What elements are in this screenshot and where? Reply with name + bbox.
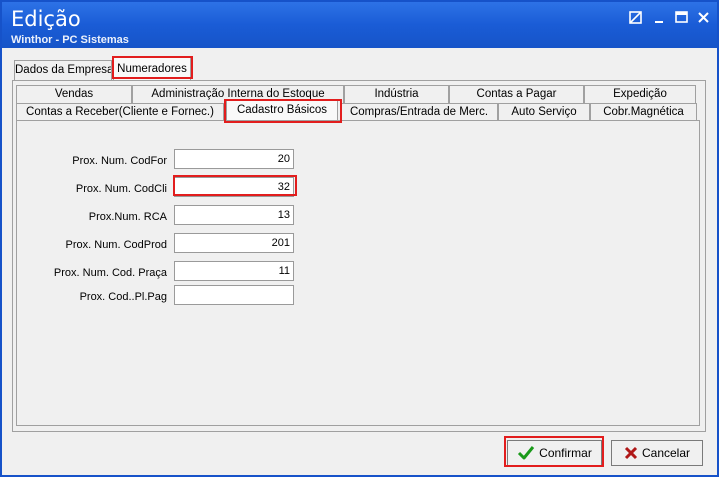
- maximize-icon[interactable]: [674, 10, 690, 26]
- tab-industria[interactable]: Indústria: [344, 85, 449, 103]
- window-title: Edição: [11, 7, 81, 31]
- minimize-icon[interactable]: [652, 10, 668, 26]
- dialog-window: Edição Winthor - PC Sistemas Dados da Em…: [0, 0, 719, 477]
- rca-input[interactable]: [174, 205, 294, 225]
- label-codfor: Prox. Num. CodFor: [72, 155, 167, 167]
- confirm-label: Confirmar: [539, 446, 592, 460]
- x-icon: [624, 446, 638, 460]
- close-icon[interactable]: [696, 10, 712, 26]
- codcli-input[interactable]: [174, 177, 294, 197]
- tab-expedicao[interactable]: Expedição: [584, 85, 696, 103]
- tab-compras-entrada-merc[interactable]: Compras/Entrada de Merc.: [340, 103, 498, 121]
- tab-cobr-magnetica[interactable]: Cobr.Magnética: [590, 103, 697, 121]
- label-rca: Prox.Num. RCA: [88, 211, 167, 223]
- label-cod-praca: Prox. Num. Cod. Praça: [53, 267, 167, 279]
- label-codcli: Prox. Num. CodCli: [75, 183, 167, 195]
- cod-pl-pag-input[interactable]: [174, 285, 294, 305]
- confirm-button[interactable]: Confirmar: [507, 440, 602, 466]
- tab-dados-da-empresa[interactable]: Dados da Empresa: [14, 60, 112, 80]
- tab-vendas[interactable]: Vendas: [16, 85, 132, 103]
- label-cod-pl-pag: Prox. Cod..Pl.Pag: [79, 291, 167, 303]
- codprod-input[interactable]: [174, 233, 294, 253]
- title-bar[interactable]: Edição Winthor - PC Sistemas: [2, 2, 717, 48]
- tab-cadastro-basicos[interactable]: Cadastro Básicos: [226, 100, 338, 121]
- tab-auto-servico[interactable]: Auto Serviço: [498, 103, 590, 121]
- checkmark-icon: [518, 446, 535, 460]
- tab-contas-a-pagar[interactable]: Contas a Pagar: [449, 85, 584, 103]
- tab-contas-a-receber[interactable]: Contas a Receber(Cliente e Fornec.): [16, 103, 224, 121]
- cancel-button[interactable]: Cancelar: [611, 440, 703, 466]
- restore-icon[interactable]: [628, 10, 644, 26]
- codfor-input[interactable]: [174, 149, 294, 169]
- tab-numeradores[interactable]: Numeradores: [113, 57, 191, 80]
- cancel-label: Cancelar: [641, 446, 691, 460]
- label-codprod: Prox. Num. CodProd: [65, 239, 167, 251]
- cod-praca-input[interactable]: [174, 261, 294, 281]
- window-subtitle: Winthor - PC Sistemas: [11, 34, 129, 46]
